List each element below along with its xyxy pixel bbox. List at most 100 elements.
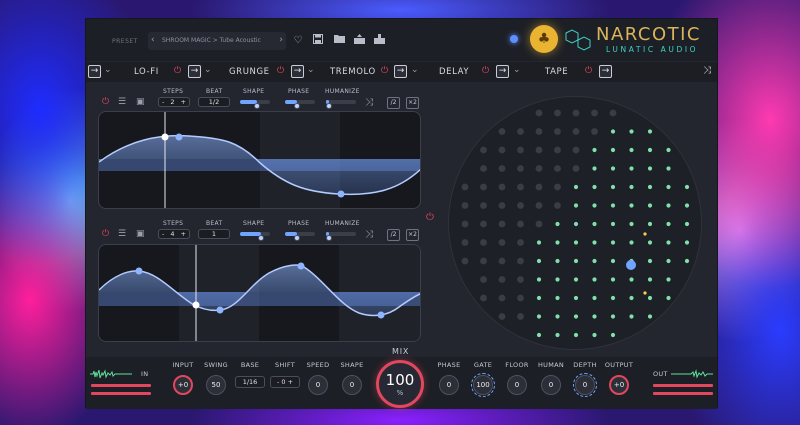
lfo-2-phase-slider[interactable] [285,232,315,241]
module-tremolo-power-icon[interactable]: ⏻ [381,66,388,76]
grid-dot [592,184,597,190]
lfo-2-point-handle[interactable] [216,306,224,314]
dot-grid-svg[interactable] [449,97,702,350]
base-control: BASE 1/16 [235,361,265,388]
lfo-1-halve-button[interactable]: /2 [387,97,400,109]
module-tape-power-icon[interactable]: ⏻ [585,66,592,76]
lfo-2-point-handle[interactable] [192,301,200,309]
chain-route-arrow-icon[interactable]: → [88,65,101,78]
lfo-1-phase-slider[interactable] [285,100,315,109]
lfo-1-save-icon[interactable]: ▣ [136,97,145,107]
export-icon[interactable] [352,34,366,47]
base-stepper[interactable]: 1/16 [235,376,265,388]
module-grunge[interactable]: GRUNGE [229,67,270,77]
chain-route-arrow-icon[interactable]: → [394,65,407,78]
speed-control: SPEED 0 [303,361,333,395]
chain-route-arrow-icon[interactable]: → [291,65,304,78]
module-lofi-power-icon[interactable]: ⏻ [174,66,181,76]
lfo-2-waveform[interactable] [98,244,421,342]
input-meter-bar-left [91,384,151,387]
folder-icon[interactable] [332,34,346,47]
shape-knob[interactable]: 0 [342,375,362,395]
lfo-1-steps-plus[interactable]: + [181,98,186,106]
lfo-1-beat-value[interactable]: 1/2 [198,97,230,107]
save-icon[interactable] [311,34,325,47]
chain-chevron-icon[interactable]: ⌄ [104,65,112,75]
input-knob[interactable]: +0 [173,375,193,395]
lfo-2-power-icon[interactable]: ⏻ [102,229,109,239]
phase-knob[interactable]: 0 [439,375,459,395]
base-label: BASE [240,361,260,369]
xy-pad-power-icon[interactable]: ⏻ [426,212,434,223]
chain-chevron-icon[interactable]: ⌄ [411,65,419,75]
preset-next-button[interactable]: › [279,35,283,45]
lfo-2-humanize-slider[interactable] [326,232,356,241]
module-delay[interactable]: DELAY [439,67,469,77]
lfo-1-point-handle[interactable] [161,133,169,141]
lfo-1-randomize-icon[interactable]: ⤨ [365,97,373,108]
lfo-2-randomize-icon[interactable]: ⤨ [365,229,373,240]
lfo-2-point-handle[interactable] [377,311,385,319]
preset-name[interactable]: SHROOM MAGIC > Tube Acoustic [162,37,261,44]
chain-chevron-icon[interactable]: ⌄ [513,65,521,75]
chain-chevron-icon[interactable]: ⌄ [307,65,315,75]
module-tape[interactable]: TAPE [545,67,568,77]
depth-knob[interactable]: 0 [573,373,597,397]
xy-cursor-handle[interactable] [626,260,636,270]
module-grunge-power-icon[interactable]: ⏻ [277,66,284,76]
lfo-2-point-handle[interactable] [135,267,143,275]
grid-dot [666,221,671,227]
shuffle-chain-icon[interactable]: ⤨ [703,65,711,76]
lfo-2-steps-minus[interactable]: - [162,230,164,238]
lfo-2-shape-slider[interactable] [240,232,270,241]
xy-dot-grid-pad[interactable] [448,96,702,350]
swing-knob[interactable]: 50 [206,375,226,395]
grid-dot [480,276,487,283]
shape-label: SHAPE [340,361,364,369]
lfo-1-double-button[interactable]: ×2 [406,97,419,109]
chain-route-arrow-icon[interactable]: → [599,65,612,78]
output-knob[interactable]: +0 [609,375,629,395]
import-icon[interactable] [372,34,386,47]
heart-icon[interactable]: ♡ [291,34,305,47]
chain-route-arrow-icon[interactable]: → [188,65,201,78]
module-lofi[interactable]: LO-FI [134,67,159,77]
module-tremolo[interactable]: TREMOLO [330,67,376,77]
preset-prev-button[interactable]: ‹ [151,35,155,45]
lfo-2-beat-value[interactable]: 1 [198,229,230,239]
lfo-1-steps-stepper[interactable]: - 2 + [158,97,190,107]
lfo-1-power-icon[interactable]: ⏻ [102,97,109,107]
grid-dot [592,203,597,208]
lfo-1-humanize-slider[interactable] [326,100,356,109]
lfo-1-waveform[interactable] [98,111,421,209]
speed-knob[interactable]: 0 [308,375,328,395]
human-knob[interactable]: 0 [541,375,561,395]
lfo-1-shape-slider[interactable] [240,100,270,109]
module-delay-power-icon[interactable]: ⏻ [482,66,489,76]
gate-knob[interactable]: 100 [471,373,495,397]
lfo-2-steps-plus[interactable]: + [181,230,186,238]
preset-selector[interactable]: ‹ SHROOM MAGIC > Tube Acoustic › [148,32,286,50]
grid-dot [554,165,561,172]
lfo-2-save-icon[interactable]: ▣ [136,229,145,239]
floor-knob[interactable]: 0 [507,375,527,395]
lfo-2-settings-icon[interactable]: ☰ [118,229,126,239]
input-label: INPUT [172,361,194,369]
grid-dot [535,128,543,135]
lfo-2-halve-button[interactable]: /2 [387,229,400,241]
grid-dot [610,258,616,264]
shift-stepper[interactable]: - 0 + [270,376,300,388]
lfo-2-point-handle[interactable] [297,262,305,270]
lfo-1-point-handle[interactable] [175,133,183,141]
mix-knob[interactable]: 100 % [376,360,424,408]
grid-dot [629,203,634,208]
lfo-1-settings-icon[interactable]: ☰ [118,97,126,107]
chain-chevron-icon[interactable]: ⌄ [204,65,212,75]
lfo-2-steps-stepper[interactable]: - 4 + [158,229,190,239]
lfo-1-point-handle[interactable] [337,190,345,198]
grid-dot [555,314,560,319]
lfo-1-steps-minus[interactable]: - [162,98,164,106]
lfo-2-double-button[interactable]: ×2 [406,229,419,241]
grid-dot [666,203,671,208]
chain-route-arrow-icon[interactable]: → [496,65,509,78]
